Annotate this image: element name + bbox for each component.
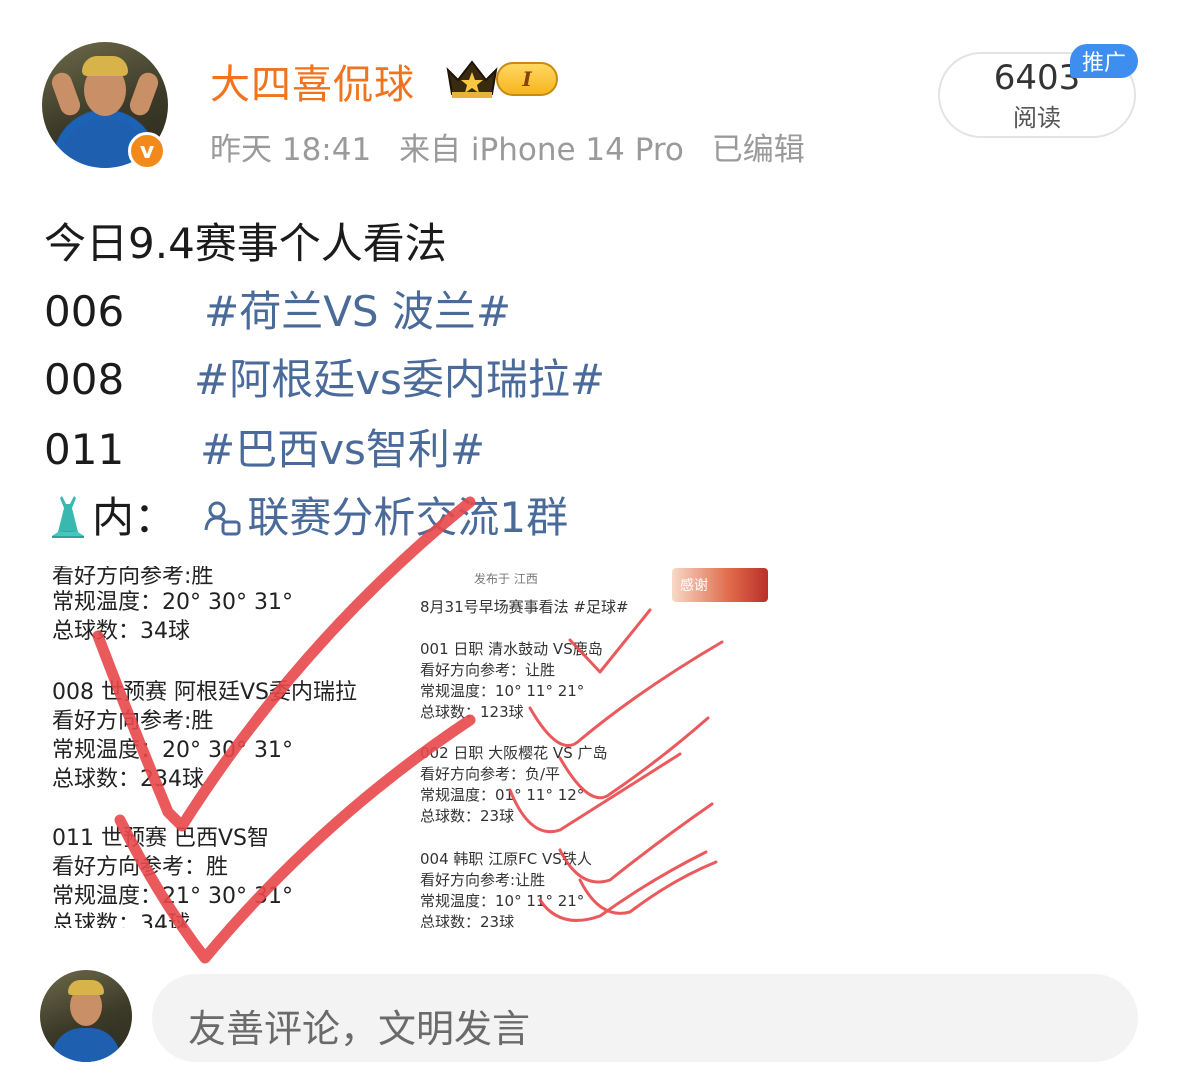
image-text-line: 总球数：23球 <box>420 807 515 825</box>
image-text-line: 8月31号早场赛事看法 #足球# <box>420 598 629 616</box>
post-title: 今日9.4赛事个人看法 <box>44 219 447 268</box>
post-time: 昨天 18:41 <box>210 132 372 168</box>
promo-tag: 推广 <box>1070 44 1138 78</box>
image-text-line: 总球数：34球 <box>52 912 190 928</box>
post-image-left[interactable]: 看好方向参考:胜 常规温度：20° 30° 31° 总球数：34球 008 世预… <box>44 566 414 928</box>
my-avatar[interactable] <box>40 970 132 1062</box>
dress-emoji-icon <box>52 496 84 538</box>
image-text-line: 001 日职 清水鼓动 VS鹿岛 <box>420 640 603 658</box>
image-text-line: 看好方向参考:让胜 <box>420 871 546 889</box>
image-text-line: 看好方向参考：让胜 <box>420 661 556 679</box>
match-code: 011 <box>44 425 125 474</box>
match-code: 006 <box>44 287 125 336</box>
image-text-line: 总球数：23球 <box>420 913 515 928</box>
image-text-line: 总球数：123球 <box>420 703 524 721</box>
image-text-line: 看好方向参考：负/平 <box>420 765 561 783</box>
level-badge[interactable]: I <box>496 62 558 96</box>
group-prefix: 内： <box>92 493 177 542</box>
image-text-line: 总球数：234球 <box>52 767 204 792</box>
image-text-line: 002 日职 大阪樱花 VS 广岛 <box>420 744 608 762</box>
topic-link[interactable]: #阿根廷vs委内瑞拉# <box>194 355 605 404</box>
image-text-line: 004 韩职 江原FC VS铁人 <box>420 850 592 868</box>
image-banner: 感谢 <box>672 568 768 602</box>
group-chat-icon <box>204 501 241 536</box>
image-header: 发布于 江西 <box>474 572 538 586</box>
image-text-line: 总球数：34球 <box>52 619 190 644</box>
image-text-line: 常规温度：01° 11° 12° <box>420 786 585 804</box>
image-text-line: 011 世预赛 巴西VS智 <box>52 826 269 851</box>
group-line: 内： 联赛分析交流1群 <box>44 484 568 545</box>
topic-link[interactable]: #巴西vs智利# <box>200 425 485 474</box>
image-text-line: 常规温度：10° 11° 21° <box>420 682 585 700</box>
author-name[interactable]: 大四喜侃球 <box>210 52 415 110</box>
match-line: 006 #荷兰VS 波兰# <box>44 278 511 339</box>
verified-badge-icon: v <box>128 132 166 170</box>
match-line: 008 #阿根廷vs委内瑞拉# <box>44 346 605 407</box>
image-text-line: 008 世预赛 阿根廷VS委内瑞拉 <box>52 680 357 705</box>
post-image-right[interactable]: 发布于 江西 感谢 8月31号早场赛事看法 #足球# 001 日职 清水鼓动 V… <box>414 566 770 928</box>
post-source: 来自 iPhone 14 Pro <box>399 132 684 168</box>
topic-link[interactable]: #荷兰VS 波兰# <box>204 287 511 336</box>
read-label: 阅读 <box>1013 104 1061 132</box>
image-text-line: 常规温度：10° 11° 21° <box>420 892 585 910</box>
comment-placeholder: 友善评论，文明发言 <box>188 1007 531 1051</box>
group-link[interactable]: 联赛分析交流1群 <box>247 493 568 542</box>
match-code: 008 <box>44 355 125 404</box>
post-meta: 昨天 18:41 来自 iPhone 14 Pro 已编辑 <box>210 124 823 169</box>
image-text-line: 常规温度：20° 30° 31° <box>52 738 293 763</box>
post-edited: 已编辑 <box>711 132 805 168</box>
crown-icon <box>446 60 498 98</box>
match-line: 011 #巴西vs智利# <box>44 416 485 477</box>
image-text-line: 看好方向参考：胜 <box>52 855 229 880</box>
image-text-line: 看好方向参考:胜 <box>52 709 214 734</box>
image-text-line: 常规温度：20° 30° 31° <box>52 590 293 615</box>
